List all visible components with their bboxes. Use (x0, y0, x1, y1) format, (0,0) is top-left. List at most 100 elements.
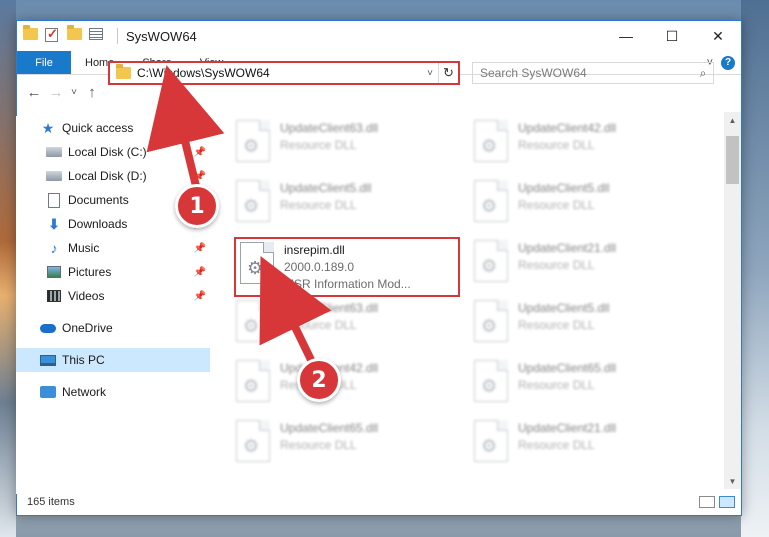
file-name: insrepim.dll (284, 243, 345, 257)
address-dropdown-icon[interactable]: ˅ (422, 68, 438, 79)
sidebar-item-pictures[interactable]: Pictures 📌 (16, 260, 210, 284)
disk-icon (46, 144, 62, 160)
network-icon (40, 384, 56, 400)
file-item[interactable]: ⚙ UpdateClient21.dll Resource DLL (470, 414, 694, 472)
file-item[interactable]: ⚙ UpdateClient65.dll Resource DLL (470, 354, 694, 412)
scroll-up-icon[interactable]: ▲ (724, 112, 741, 129)
sidebar-item-quick-access[interactable]: ★ Quick access (16, 116, 210, 140)
callout-badge-2: 2 (297, 358, 341, 402)
item-count: 165 items (27, 496, 75, 508)
sidebar-item-label: Music (68, 241, 100, 255)
file-description: Resource DLL (280, 318, 357, 332)
file-item[interactable]: ⚙ UpdateClient63.dll Resource DLL (232, 114, 456, 172)
folder-icon (116, 64, 131, 79)
sidebar-item-label: Local Disk (D:) (68, 169, 147, 183)
forward-button[interactable]: → (45, 84, 67, 101)
vertical-scrollbar[interactable]: ▲ ▼ (724, 112, 741, 490)
sidebar-item-this-pc[interactable]: This PC (16, 348, 210, 372)
back-button[interactable]: ← (23, 84, 45, 101)
file-name: UpdateClient5.dll (280, 181, 372, 195)
dll-file-icon: ⚙ (474, 120, 508, 162)
pin-icon[interactable]: 📌 (194, 171, 206, 182)
file-name: UpdateClient65.dll (518, 361, 617, 375)
sidebar-item-local-disk-d[interactable]: Local Disk (D:) 📌 (16, 164, 210, 188)
dll-file-icon: ⚙ (236, 180, 270, 222)
file-item[interactable]: ⚙ UpdateClient5.dll Resource DLL (470, 174, 694, 232)
pin-icon[interactable]: 📌 (194, 267, 206, 278)
dll-file-icon: ⚙ (474, 360, 508, 402)
file-description: Resource DLL (518, 318, 595, 332)
file-description: Resource DLL (518, 438, 595, 452)
file-item[interactable]: ⚙ UpdateClient65.dll Resource DLL (232, 414, 456, 472)
dll-file-icon: ⚙ (474, 300, 508, 342)
downloads-icon: ⬇ (48, 215, 60, 232)
tab-file[interactable]: File (17, 51, 71, 74)
search-icon[interactable]: ⌕ (693, 66, 713, 81)
sidebar-item-label: This PC (62, 353, 105, 367)
file-item-insrepim[interactable]: ⚙ insrepim.dll 2000.0.189.0 MSR Informat… (236, 236, 460, 294)
window-controls: — ☐ ✕ (603, 21, 741, 51)
file-description: Resource DLL (280, 438, 357, 452)
search-input[interactable]: Search SysWOW64 ⌕ (472, 62, 714, 84)
customize-toolbar-icon[interactable] (89, 28, 105, 44)
address-bar[interactable]: C:\Windows\SysWOW64 ˅ ↻ (108, 61, 460, 85)
desktop-background-right (741, 0, 769, 537)
sidebar-item-label: Documents (68, 193, 129, 207)
maximize-button[interactable]: ☐ (649, 21, 695, 51)
sidebar-item-onedrive[interactable]: OneDrive (16, 316, 210, 340)
help-icon[interactable]: ? (721, 55, 735, 70)
pin-icon[interactable]: 📌 (194, 147, 206, 158)
recent-locations-button[interactable]: ˅ (67, 87, 81, 98)
file-description: Resource DLL (518, 198, 595, 212)
title-separator (117, 28, 118, 44)
file-description: Resource DLL (280, 138, 357, 152)
tiles-view-icon[interactable] (719, 496, 735, 508)
file-name: UpdateClient65.dll (280, 421, 379, 435)
sidebar-item-videos[interactable]: Videos 📌 (16, 284, 210, 308)
pin-icon[interactable]: 📌 (194, 243, 206, 254)
dll-file-icon: ⚙ (474, 180, 508, 222)
minimize-button[interactable]: — (603, 21, 649, 51)
file-item[interactable]: ⚙ UpdateClient5.dll Resource DLL (232, 174, 456, 232)
music-icon: ♪ (50, 240, 58, 256)
callout-badge-1: 1 (175, 184, 219, 228)
close-button[interactable]: ✕ (695, 21, 741, 51)
address-path[interactable]: C:\Windows\SysWOW64 (137, 66, 422, 80)
file-item[interactable]: ⚙ UpdateClient5.dll Resource DLL (470, 294, 694, 352)
pin-icon[interactable]: 📌 (194, 291, 206, 302)
file-item[interactable]: ⚙ UpdateClient21.dll Resource DLL (470, 234, 694, 292)
file-description: Resource DLL (518, 378, 595, 392)
file-name: UpdateClient21.dll (518, 241, 617, 255)
dll-file-icon: ⚙ (474, 420, 508, 462)
dll-file-icon: ⚙ (236, 120, 270, 162)
scroll-down-icon[interactable]: ▼ (724, 473, 741, 490)
sidebar-item-label: Quick access (62, 121, 134, 135)
file-name: UpdateClient63.dll (280, 121, 379, 135)
sidebar-item-local-disk-c[interactable]: Local Disk (C:) 📌 (16, 140, 210, 164)
sidebar-item-music[interactable]: ♪ Music 📌 (16, 236, 210, 260)
file-item[interactable]: ⚙ UpdateClient63.dll Resource DLL (232, 294, 456, 352)
file-description: MSR Information Mod... (284, 277, 411, 291)
window-title: SysWOW64 (126, 28, 197, 44)
file-item[interactable]: ⚙ UpdateClient42.dllResource DLL (470, 114, 694, 172)
details-view-icon[interactable] (699, 496, 715, 508)
sidebar-item-label: Local Disk (C:) (68, 145, 147, 159)
file-name: UpdateClient63.dll (280, 301, 379, 315)
up-button[interactable]: ↑ (81, 84, 103, 101)
view-switcher (699, 496, 741, 508)
dll-file-icon: ⚙ (236, 360, 270, 402)
new-folder-icon[interactable] (67, 25, 83, 44)
onedrive-icon (40, 320, 56, 336)
refresh-button[interactable]: ↻ (438, 63, 458, 83)
sidebar-item-label: OneDrive (62, 321, 113, 335)
scroll-thumb[interactable] (726, 136, 739, 184)
properties-check-icon[interactable] (45, 26, 61, 44)
file-name: UpdateClient42.dll (518, 121, 617, 135)
sidebar-item-network[interactable]: Network (16, 380, 210, 404)
file-name: UpdateClient5.dll (518, 301, 610, 315)
file-name: UpdateClient5.dll (518, 181, 610, 195)
computer-icon (40, 352, 56, 368)
dll-file-icon: ⚙ (236, 420, 270, 462)
file-item[interactable]: ⚙ UpdateClient42.dllResource DLL (232, 354, 456, 412)
